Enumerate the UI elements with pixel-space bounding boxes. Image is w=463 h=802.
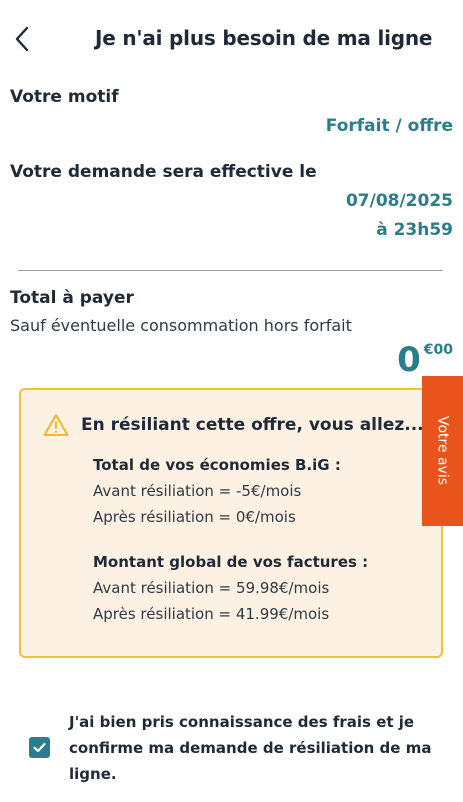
confirm-checkbox[interactable] (29, 737, 50, 758)
warning-triangle-icon (43, 414, 69, 436)
feedback-label: Votre avis (434, 416, 451, 486)
divider (18, 270, 443, 271)
effective-time-value: à 23h59 (376, 220, 453, 240)
confirm-text[interactable]: J'ai bien pris connaissance des frais et… (69, 709, 449, 787)
warning-title: En résiliant cette offre, vous allez... (81, 415, 424, 435)
page: Je n'ai plus besoin de ma ligne Votre mo… (0, 0, 463, 802)
chevron-left-icon[interactable] (13, 25, 31, 53)
effective-date-value: 07/08/2025 (345, 191, 453, 211)
back-button[interactable] (8, 22, 36, 56)
savings-before: Avant résiliation = -5€/mois (93, 482, 302, 500)
motif-value: Forfait / offre (325, 116, 453, 136)
savings-title: Total de vos économies B.iG : (93, 456, 341, 474)
effective-date-label: Votre demande sera effective le (10, 162, 317, 182)
price-integer: 0 (397, 340, 421, 380)
page-title: Je n'ai plus besoin de ma ligne (95, 26, 433, 50)
total-note: Sauf éventuelle consommation hors forfai… (10, 316, 352, 335)
motif-label: Votre motif (10, 87, 119, 107)
bills-after: Après résiliation = 41.99€/mois (93, 605, 330, 623)
bills-title: Montant global de vos factures : (93, 553, 369, 571)
bills-before: Avant résiliation = 59.98€/mois (93, 579, 330, 597)
price-decimals: €00 (423, 342, 453, 358)
header: Je n'ai plus besoin de ma ligne (0, 0, 463, 78)
savings-after: Après résiliation = 0€/mois (93, 508, 296, 526)
checkmark-icon (33, 742, 46, 753)
warning-box: En résiliant cette offre, vous allez... … (19, 388, 443, 658)
total-label: Total à payer (10, 288, 134, 308)
feedback-tab[interactable]: Votre avis (422, 376, 463, 526)
total-price: 0 €00 (397, 340, 453, 380)
